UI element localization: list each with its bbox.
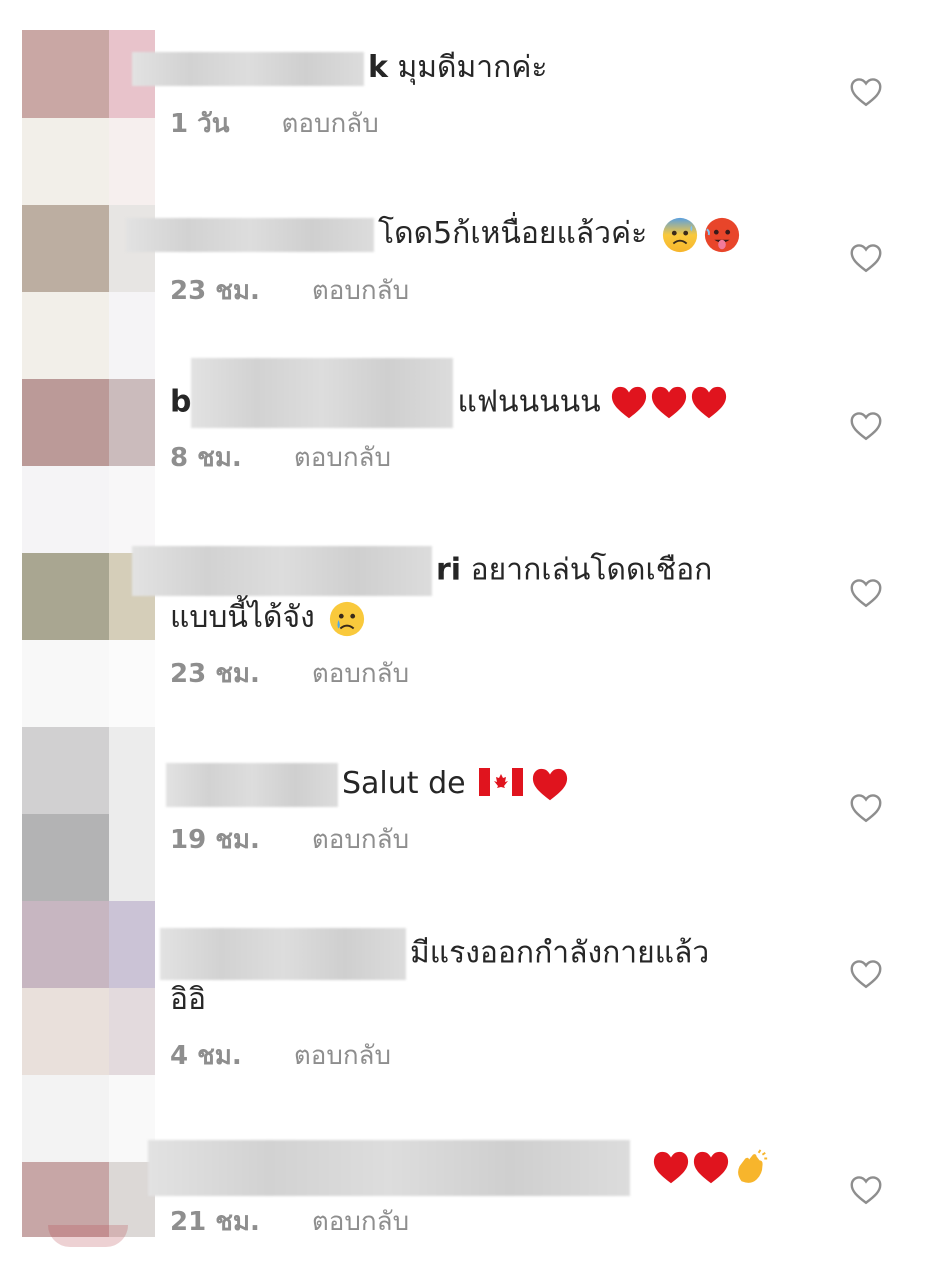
comment-time: 19 ชม. (170, 825, 260, 855)
comment-meta: 1 วัน ตอบกลับ (170, 107, 379, 141)
clapping-hands-emoji (732, 1149, 770, 1187)
comment-time: 23 ชม. (170, 276, 260, 306)
censored-avatar-column (22, 30, 155, 1240)
blurred-username[interactable] (126, 217, 374, 252)
comment-text-line (148, 1140, 790, 1196)
heart-outline-icon (850, 412, 882, 441)
like-button[interactable] (848, 74, 884, 110)
like-button[interactable] (848, 1172, 884, 1208)
pixel-block (22, 205, 109, 292)
heart-outline-icon (850, 579, 882, 608)
heart-outline-icon (850, 960, 882, 989)
comment-meta: 4 ชม. ตอบกลับ (170, 1039, 391, 1073)
red-heart-emoji (692, 1149, 730, 1187)
username-visible-part[interactable]: ri (436, 553, 461, 588)
username-visible-part[interactable]: b (170, 385, 191, 420)
pixel-block (22, 988, 109, 1075)
pixel-block (22, 118, 109, 205)
comment-text-line: ri อยากเล่นโดดเชือก (132, 546, 790, 596)
comment-time: 1 วัน (170, 109, 230, 139)
heart-outline-icon (850, 78, 882, 107)
comment-text-line: มีแรงออกกำลังกายแล้ว (160, 928, 790, 980)
comment-text: โดด5ก้เหนื่อยแล้วค่ะ (378, 216, 648, 251)
pixel-block (109, 118, 155, 205)
comment-meta: 23 ชม. ตอบกลับ (170, 657, 409, 691)
comment-meta: 21 ชม. ตอบกลับ (170, 1205, 409, 1239)
pixel-block (22, 379, 109, 466)
canada-flag-emoji (479, 766, 524, 804)
comment-text-line: k มุมดีมากค่ะ (132, 46, 790, 90)
pixel-block (22, 640, 109, 727)
comment-text-line: b แฟนนนนน (170, 358, 790, 428)
pixel-block (22, 30, 109, 118)
reply-button[interactable]: ตอบกลับ (312, 276, 409, 306)
reply-button[interactable]: ตอบกลับ (312, 659, 409, 689)
pixel-block (22, 466, 109, 553)
comment-text: มุมดีมากค่ะ (397, 50, 548, 85)
avatar-edge (48, 1225, 128, 1247)
pixel-block (109, 379, 155, 466)
comment-text-line: อิอิ (170, 978, 790, 1022)
pixel-block (109, 988, 155, 1075)
pixel-block (22, 814, 109, 901)
pixel-block (109, 901, 155, 988)
pixel-block (109, 640, 155, 727)
pixel-block (109, 466, 155, 553)
comment-text: แฟนนนนน (457, 384, 601, 420)
pixel-block (109, 727, 155, 814)
comment-text-line: Salut de (166, 762, 790, 807)
like-button[interactable] (848, 790, 884, 826)
like-button[interactable] (848, 575, 884, 611)
pixel-block (109, 814, 155, 901)
comment-time: 8 ชม. (170, 443, 242, 473)
comment-time: 23 ชม. (170, 659, 260, 689)
username-visible-part[interactable]: k (368, 50, 388, 85)
red-heart-emoji (650, 384, 688, 422)
pixel-block (22, 1075, 109, 1162)
heart-outline-icon (850, 244, 882, 273)
pixel-block (22, 727, 109, 814)
like-button[interactable] (848, 240, 884, 276)
like-button[interactable] (848, 956, 884, 992)
pixel-block (22, 553, 109, 640)
comment-text-continued: แบบนี้ได้จัง (170, 600, 315, 635)
red-heart-emoji (610, 384, 648, 422)
reply-button[interactable]: ตอบกลับ (294, 1041, 391, 1071)
comment-time: 21 ชม. (170, 1207, 260, 1237)
blurred-username[interactable] (132, 546, 432, 596)
blurred-username[interactable] (148, 1140, 630, 1196)
blurred-username[interactable] (132, 51, 364, 86)
reply-button[interactable]: ตอบกลับ (312, 825, 409, 855)
red-heart-emoji (652, 1149, 690, 1187)
comment-text-line: โดด5ก้เหนื่อยแล้วค่ะ (126, 212, 790, 256)
red-heart-emoji (531, 766, 569, 804)
blurred-username[interactable] (166, 762, 338, 807)
heart-outline-icon (850, 1176, 882, 1205)
pixel-block (22, 292, 109, 379)
blurred-username[interactable] (160, 928, 406, 980)
reply-button[interactable]: ตอบกลับ (312, 1207, 409, 1237)
heart-outline-icon (850, 794, 882, 823)
reply-button[interactable]: ตอบกลับ (294, 443, 391, 473)
comment-text: Salut de (342, 766, 466, 801)
pixel-block (109, 292, 155, 379)
comment-text: มีแรงออกกำลังกายแล้ว (410, 935, 710, 971)
comment-meta: 19 ชม. ตอบกลับ (170, 823, 409, 857)
comment-text-continued: อิอิ (170, 982, 207, 1017)
blurred-username[interactable] (191, 358, 454, 428)
like-button[interactable] (848, 408, 884, 444)
crying-face-emoji (328, 600, 366, 638)
comment-text: อยากเล่นโดดเชือก (470, 552, 713, 588)
comment-time: 4 ชม. (170, 1041, 242, 1071)
hot-face-emoji (703, 216, 741, 254)
pixel-block (22, 901, 109, 988)
reply-button[interactable]: ตอบกลับ (282, 109, 379, 139)
comment-meta: 23 ชม. ตอบกลับ (170, 274, 409, 308)
anxious-sweat-face-emoji (661, 216, 699, 254)
comment-meta: 8 ชม. ตอบกลับ (170, 441, 391, 475)
comment-text-line: แบบนี้ได้จัง (170, 596, 790, 640)
red-heart-emoji (690, 384, 728, 422)
